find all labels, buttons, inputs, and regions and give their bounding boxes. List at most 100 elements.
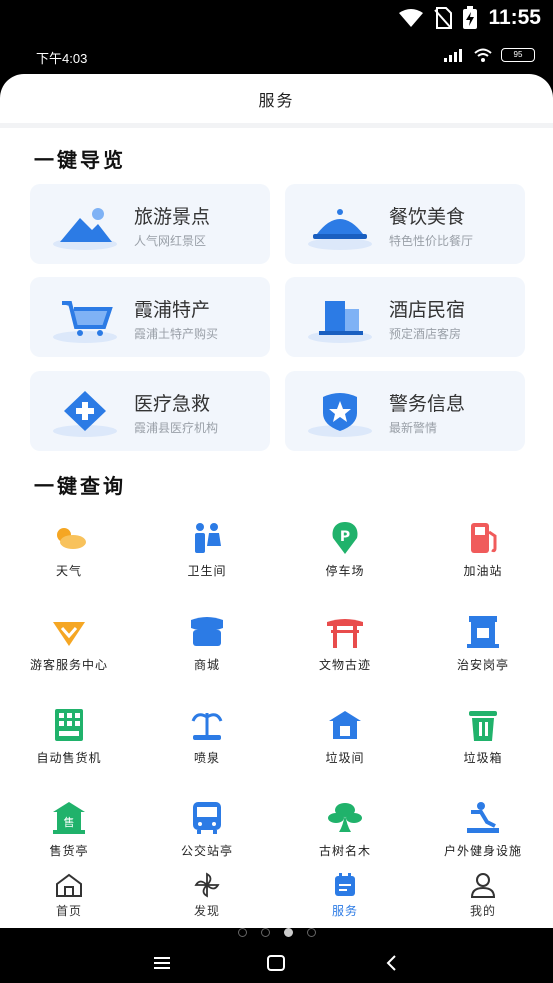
tab-label: 首页 [55,904,82,918]
query-item-weather[interactable]: 天气 [0,520,138,590]
restroom-icon [195,523,221,553]
query-item-label: 垃圾间 [325,751,365,765]
query-item-ancient-tree[interactable]: 古树名木 [276,800,414,870]
guide-card-specialty[interactable]: 霞浦特产 霞浦土特产购买 [30,277,270,357]
inner-battery: 95 [501,48,535,62]
service-calendar-icon [335,873,355,896]
parking-icon: P [332,522,358,554]
home-button-icon[interactable] [264,951,288,975]
guide-card-medical[interactable]: 医疗急救 霞浦县医疗机构 [30,371,270,451]
query-item-label: 户外健身设施 [443,844,522,858]
guide-card-food[interactable]: 餐饮美食 特色性价比餐厅 [285,184,525,264]
query-item-label: 喷泉 [193,751,220,765]
query-item-label: 卫生间 [187,564,227,578]
guide-section-title: 一键导览 [34,148,126,172]
pinwheel-icon [194,872,220,898]
query-item-label: 商城 [193,658,220,672]
guide-card-subtitle: 预定酒店客房 [389,327,462,341]
query-item-kiosk[interactable]: 售 售货亭 [0,800,138,870]
gas-station-icon [471,523,497,553]
kiosk-icon: 售 [53,802,85,834]
user-icon [470,873,496,898]
query-item-label: 停车场 [325,564,365,578]
home-icon [56,873,82,897]
query-item-label: 古树名木 [318,844,371,858]
weather-icon [57,528,86,549]
signal-icon [444,49,462,62]
query-item-label: 游客服务中心 [29,658,108,672]
guide-card-hotel[interactable]: 酒店民宿 预定酒店客房 [285,277,525,357]
system-clock: 11:55 [488,6,541,29]
guide-card-scenic[interactable]: 旅游景点 人气网红景区 [30,184,270,264]
query-item-label: 自动售货机 [36,751,102,765]
query-item-label: 售货亭 [49,844,89,858]
back-icon[interactable] [380,951,404,975]
system-status-bar: 11:55 [0,0,553,36]
guide-card-subtitle: 特色性价比餐厅 [389,234,474,248]
inner-clock: 下午4:03 [36,51,88,66]
phone-screen: 11:55 下午4:03 95 服务 一键导览 旅游景点 人气网红景区 餐饮美食… [0,0,553,983]
query-item-visitor-center[interactable]: 游客服务中心 [0,614,138,684]
ancient-tree-icon [328,803,362,832]
query-item-guard-booth[interactable]: 治安岗亭 [414,614,552,684]
query-item-label: 加油站 [463,564,503,578]
page-dot [260,928,270,937]
query-item-vending[interactable]: 自动售货机 [0,707,138,777]
fitness-icon [467,802,499,833]
query-item-fitness[interactable]: 户外健身设施 [414,800,552,870]
visitor-center-icon [53,622,85,646]
mountain-icon [53,208,117,250]
query-item-bus[interactable]: 公交站亭 [138,800,276,870]
shopping-cart-icon [53,301,117,343]
page-dot [237,928,247,937]
hotel-building-icon [308,301,372,343]
tab-label: 我的 [469,904,496,918]
page-title: 服务 [0,74,553,128]
guide-card-title: 酒店民宿 [389,299,466,321]
query-item-label: 公交站亭 [180,844,233,858]
page-indicator [0,928,553,940]
query-item-label: 治安岗亭 [456,658,509,672]
query-item-garbage-room[interactable]: 垃圾间 [276,707,414,777]
food-cloche-icon [308,209,372,250]
query-item-label: 垃圾箱 [463,751,503,765]
guide-card-subtitle: 霞浦土特产购买 [134,327,219,341]
query-item-heritage[interactable]: 文物古迹 [276,614,414,684]
store-icon [191,617,223,646]
query-item-trash-bin[interactable]: 垃圾箱 [414,707,552,777]
guide-card-subtitle: 人气网红景区 [134,234,207,248]
page-dot-active [283,928,293,937]
police-shield-icon [308,393,372,437]
guide-card-subtitle: 霞浦县医疗机构 [134,421,219,435]
tab-discover[interactable]: 发现 [138,872,276,919]
app-container: 服务 一键导览 旅游景点 人气网红景区 餐饮美食 特色性价比餐厅 霞浦特产 霞浦… [0,74,553,928]
medical-cross-icon [53,391,117,437]
bus-icon [193,802,221,834]
guide-card-title: 霞浦特产 [134,299,211,321]
guide-card-title: 餐饮美食 [389,206,466,228]
menu-icon[interactable] [150,951,174,975]
battery-charging-icon [463,6,478,29]
tab-home[interactable]: 首页 [0,872,138,919]
vending-machine-icon [55,709,83,741]
query-item-fountain[interactable]: 喷泉 [138,707,276,777]
query-item-label: 天气 [55,564,82,578]
guide-card-subtitle: 最新警情 [389,421,438,435]
query-item-gas[interactable]: 加油站 [414,520,552,590]
query-item-restroom[interactable]: 卫生间 [138,520,276,590]
tab-label: 发现 [193,904,220,918]
query-item-parking[interactable]: P 停车场 [276,520,414,590]
tab-label: 服务 [331,904,358,918]
trash-bin-icon [469,711,497,741]
garbage-room-icon [329,711,361,739]
tab-service[interactable]: 服务 [276,872,414,919]
tab-profile[interactable]: 我的 [414,872,552,919]
guide-card-police[interactable]: 警务信息 最新警情 [285,371,525,451]
heritage-gate-icon [327,619,363,648]
inner-status-bar: 下午4:03 95 [0,40,553,70]
query-item-label: 文物古迹 [318,658,371,672]
query-item-store[interactable]: 商城 [138,614,276,684]
guard-booth-icon [467,616,499,648]
page-dot [306,928,316,937]
query-section-title: 一键查询 [34,474,126,498]
